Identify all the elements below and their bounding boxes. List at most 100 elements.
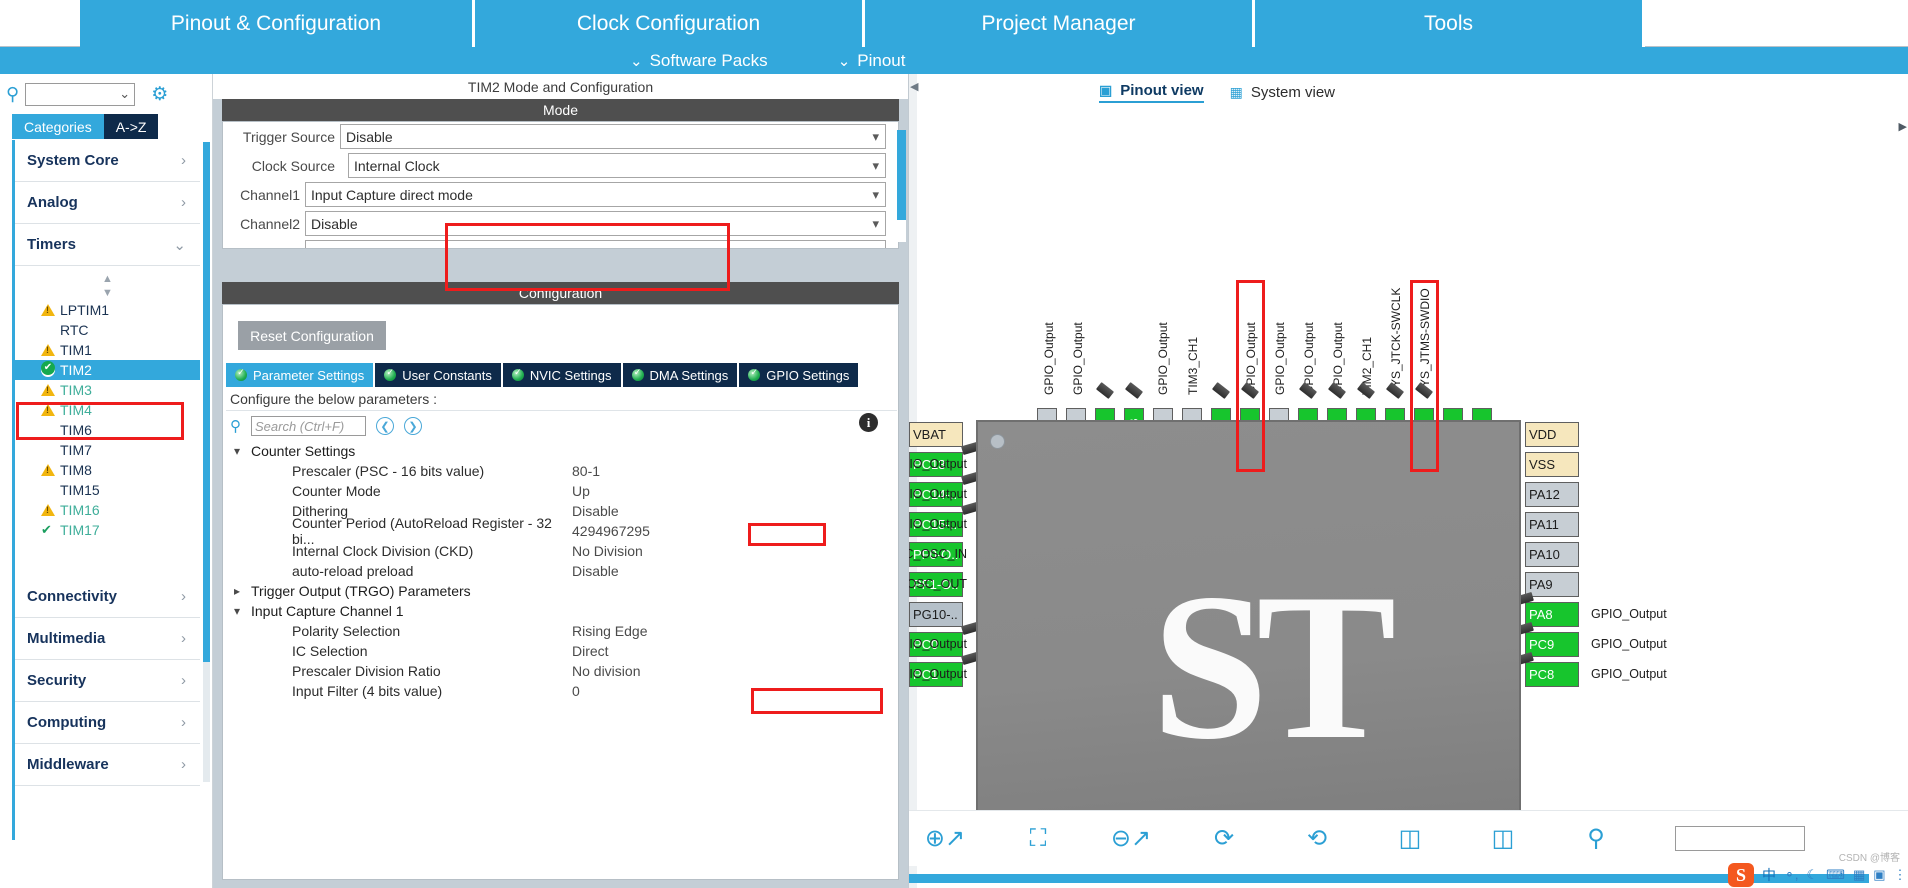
- clock-source-select[interactable]: Internal Clock ▾: [348, 153, 886, 178]
- param-row-prescaler-division-ratio[interactable]: Prescaler Division Ratio No division: [226, 661, 897, 681]
- tab-user-constants[interactable]: User Constants: [375, 363, 501, 387]
- horizontal-scrollbar[interactable]: [909, 874, 1869, 883]
- layout-icon[interactable]: ◫: [1489, 825, 1517, 853]
- category-search-input[interactable]: ⌄: [25, 82, 136, 106]
- group-computing[interactable]: Computing ›: [15, 702, 200, 744]
- search-icon[interactable]: ⚲: [1582, 825, 1610, 853]
- info-icon[interactable]: i: [859, 413, 878, 432]
- tab-project-manager[interactable]: Project Manager: [865, 0, 1255, 47]
- tree-item-tim6[interactable]: TIM6: [15, 420, 200, 440]
- nav-prev-button[interactable]: ❮: [376, 417, 394, 435]
- tree-item-tim1[interactable]: TIM1: [15, 340, 200, 360]
- menu-pinout[interactable]: ⌄ Pinout: [838, 51, 906, 71]
- param-value[interactable]: 80-1: [572, 463, 600, 479]
- group-analog[interactable]: Analog ›: [15, 182, 200, 224]
- param-row-counter-mode[interactable]: Counter Mode Up: [226, 481, 897, 501]
- pin-search-input[interactable]: [1675, 826, 1805, 851]
- tab-tools[interactable]: Tools: [1255, 0, 1645, 47]
- pin-pa9[interactable]: PA9: [1525, 572, 1579, 597]
- tab-a-to-z[interactable]: A->Z: [103, 114, 159, 139]
- tab-pinout-view[interactable]: ▣ Pinout view: [1099, 82, 1204, 103]
- mode-scrollbar-thumb[interactable]: [897, 130, 906, 220]
- tab-pinout-configuration[interactable]: Pinout & Configuration: [80, 0, 475, 47]
- param-group-input-capture-channel-1[interactable]: ▾ Input Capture Channel 1: [226, 601, 897, 621]
- category-tree[interactable]: System Core › Analog › Timers ⌄ ▲▼ LPTIM…: [12, 140, 200, 840]
- pin-pa8[interactable]: PA8: [1525, 602, 1579, 627]
- tree-item-tim17[interactable]: TIM17: [15, 520, 200, 540]
- param-group-counter-settings[interactable]: ▾ Counter Settings: [226, 441, 897, 461]
- param-value[interactable]: Disable: [572, 503, 619, 519]
- param-row-input-filter[interactable]: Input Filter (4 bits value) 0: [226, 681, 897, 701]
- rotate-left-icon[interactable]: ⟲: [1303, 825, 1331, 853]
- box-icon[interactable]: ▣: [1873, 867, 1885, 883]
- flip-horizontal-icon[interactable]: ◫: [1396, 825, 1424, 853]
- param-row-counter-period[interactable]: Counter Period (AutoReload Register - 32…: [226, 515, 897, 547]
- param-value[interactable]: Rising Edge: [572, 623, 648, 639]
- tree-item-tim8[interactable]: TIM8: [15, 460, 200, 480]
- collapse-left-icon[interactable]: ◀: [910, 80, 918, 93]
- menu-software-packs[interactable]: ⌄ Software Packs: [630, 51, 768, 71]
- param-group-trgo-parameters[interactable]: ▸ Trigger Output (TRGO) Parameters: [226, 581, 897, 601]
- param-value[interactable]: No Division: [572, 543, 643, 559]
- zoom-in-icon[interactable]: ⊕↗: [925, 825, 965, 853]
- pin-vdd-right[interactable]: VDD: [1525, 422, 1579, 447]
- tab-gpio-settings[interactable]: GPIO Settings: [739, 363, 859, 387]
- param-value[interactable]: Disable: [572, 563, 619, 579]
- parameter-search-input[interactable]: Search (Ctrl+F): [251, 416, 366, 436]
- tree-item-lptim1[interactable]: LPTIM1: [15, 300, 200, 320]
- param-row-polarity-selection[interactable]: Polarity Selection Rising Edge: [226, 621, 897, 641]
- group-middleware[interactable]: Middleware ›: [15, 744, 200, 786]
- tree-item-tim7[interactable]: TIM7: [15, 440, 200, 460]
- keyboard-icon[interactable]: ⌨: [1826, 867, 1845, 883]
- gear-icon[interactable]: ⚙: [151, 83, 168, 106]
- tree-item-tim16[interactable]: TIM16: [15, 500, 200, 520]
- chip-package[interactable]: ST: [976, 420, 1521, 810]
- param-value[interactable]: Up: [572, 483, 590, 499]
- zoom-out-icon[interactable]: ⊖↗: [1111, 825, 1151, 853]
- tab-system-view[interactable]: ▦ System view: [1230, 84, 1335, 101]
- chip-diagram[interactable]: GPIO_Output GPIO_Output GPIO_Output TIM3…: [909, 110, 1908, 810]
- tree-item-tim4[interactable]: TIM4: [15, 400, 200, 420]
- mode-scrollbar[interactable]: [897, 130, 906, 242]
- group-timers[interactable]: Timers ⌄: [15, 224, 200, 266]
- group-system-core[interactable]: System Core ›: [15, 140, 200, 182]
- param-value[interactable]: 4294967295: [572, 523, 650, 539]
- group-multimedia[interactable]: Multimedia ›: [15, 618, 200, 660]
- comma-icon[interactable]: ⚬,: [1784, 867, 1799, 883]
- tree-spinner-icon[interactable]: ▲ ▼: [15, 266, 200, 300]
- reset-configuration-button[interactable]: Reset Configuration: [238, 321, 386, 350]
- tree-item-tim3[interactable]: TIM3: [15, 380, 200, 400]
- group-connectivity[interactable]: Connectivity ›: [15, 576, 200, 618]
- tree-scrollbar[interactable]: [203, 142, 210, 782]
- dots-icon[interactable]: ⋮: [1894, 867, 1907, 883]
- param-value[interactable]: Direct: [572, 643, 609, 659]
- tree-item-tim15[interactable]: TIM15: [15, 480, 200, 500]
- param-row-prescaler[interactable]: Prescaler (PSC - 16 bits value) 80-1: [226, 461, 897, 481]
- moon-icon[interactable]: ☾: [1807, 867, 1819, 883]
- param-row-ic-selection[interactable]: IC Selection Direct: [226, 641, 897, 661]
- trigger-source-select[interactable]: Disable ▾: [340, 124, 886, 149]
- tab-nvic-settings[interactable]: NVIC Settings: [502, 363, 621, 387]
- sogou-logo-icon[interactable]: S: [1728, 863, 1754, 887]
- group-security[interactable]: Security ›: [15, 660, 200, 702]
- tab-clock-configuration[interactable]: Clock Configuration: [475, 0, 865, 47]
- tab-parameter-settings[interactable]: Parameter Settings: [226, 363, 374, 387]
- pin-vbat[interactable]: VBAT: [909, 422, 963, 447]
- pin-vss-right[interactable]: VSS: [1525, 452, 1579, 477]
- param-row-internal-clock-division[interactable]: Internal Clock Division (CKD) No Divisio…: [226, 541, 897, 561]
- tab-categories[interactable]: Categories: [12, 114, 104, 139]
- pin-pa12[interactable]: PA12: [1525, 482, 1579, 507]
- fit-to-screen-icon[interactable]: ⛶: [1024, 825, 1052, 853]
- pin-pc8[interactable]: PC8: [1525, 662, 1579, 687]
- pin-pa11[interactable]: PA11: [1525, 512, 1579, 537]
- pin-pa10[interactable]: PA10: [1525, 542, 1579, 567]
- grid-icon[interactable]: ▦: [1853, 867, 1865, 883]
- tree-item-tim2[interactable]: TIM2: [15, 360, 200, 380]
- tree-item-rtc[interactable]: RTC: [15, 320, 200, 340]
- param-value[interactable]: No division: [572, 663, 640, 679]
- param-value[interactable]: 0: [572, 683, 580, 699]
- pin-pg10[interactable]: PG10-..: [909, 602, 963, 627]
- channel3-select[interactable]: Disable ▾: [305, 240, 886, 248]
- channel1-select[interactable]: Input Capture direct mode ▾: [305, 182, 886, 207]
- tree-scrollbar-thumb[interactable]: [203, 142, 210, 662]
